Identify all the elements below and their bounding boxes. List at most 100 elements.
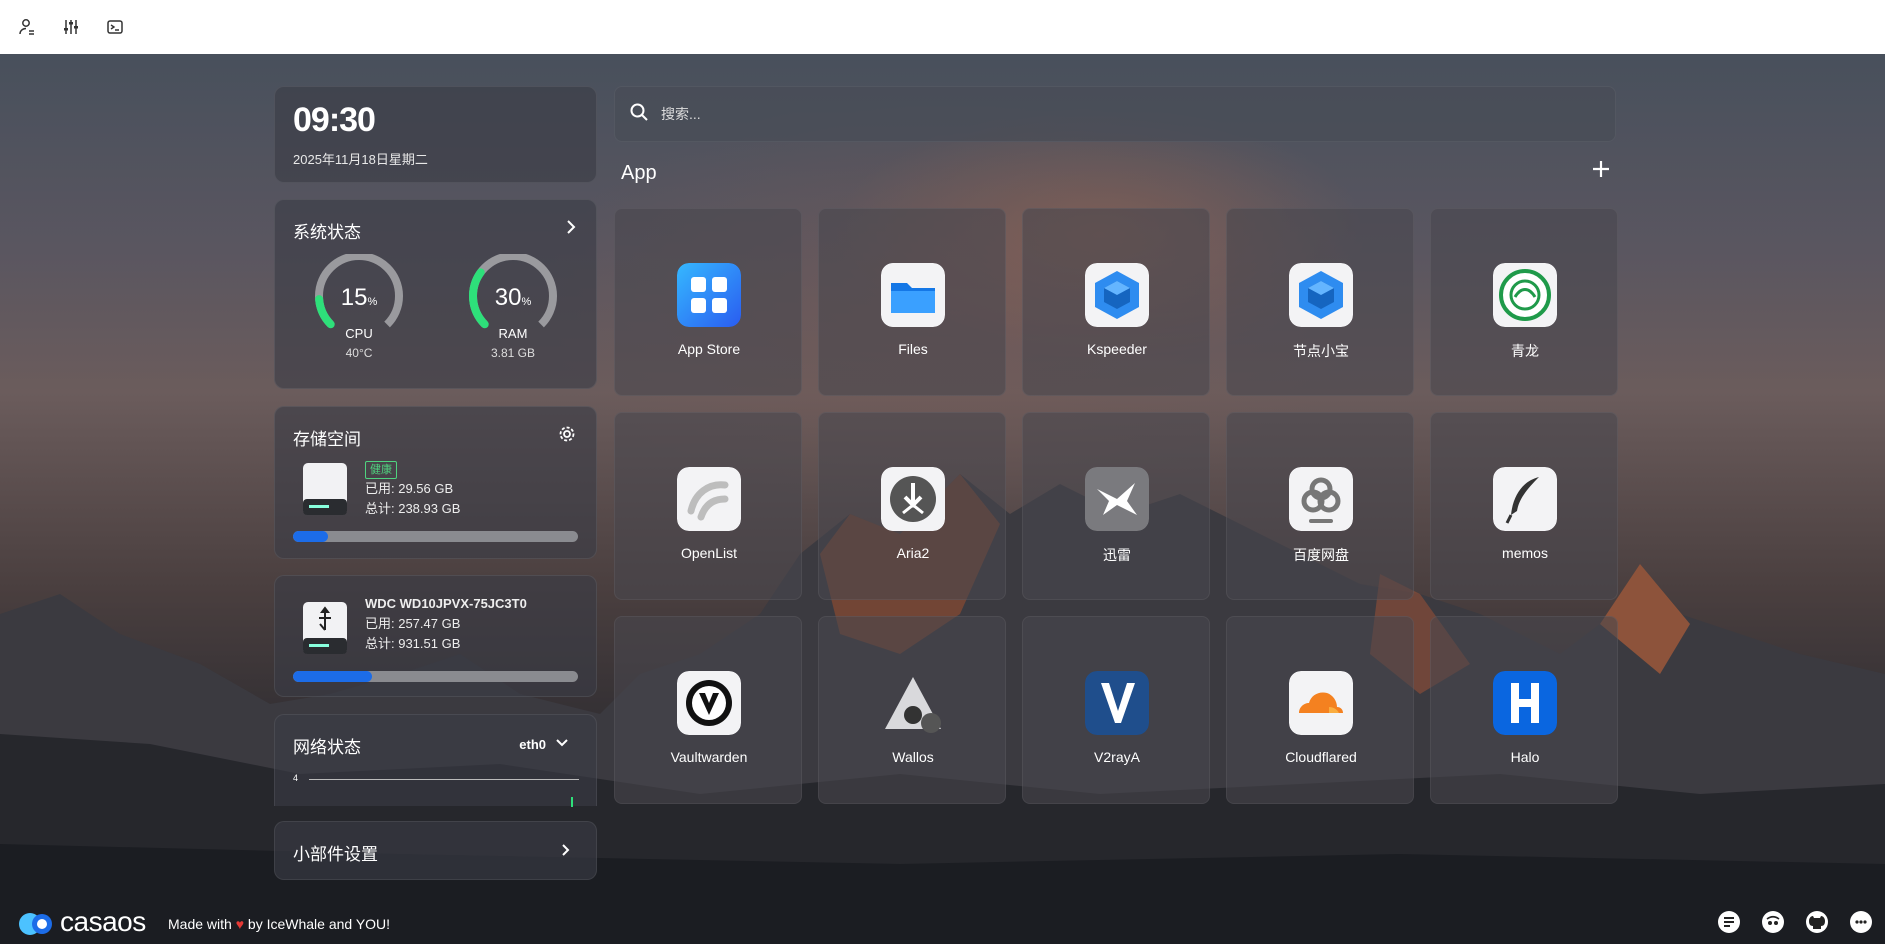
search-icon [629,102,649,127]
cube-icon [1289,263,1353,327]
folder-icon [881,263,945,327]
top-toolbar [0,0,1885,54]
openlist-icon [677,467,741,531]
app-name: Kspeeder [1087,341,1147,357]
clock-time: 09:30 [293,101,376,139]
apps-section-title: App [621,162,657,184]
gear-icon[interactable] [558,425,576,448]
disk1-usage-bar [293,531,578,542]
disk1-info: 健康 已用: 29.56 GB 总计: 238.93 GB [365,459,460,519]
app-tile-halo[interactable]: Halo [1430,616,1618,804]
footer: casaos Made with ♥ by IceWhale and YOU! [0,900,1885,944]
add-app-button[interactable] [1586,156,1616,186]
app-tile-cloudflared[interactable]: Cloudflared [1226,616,1414,804]
footer-credit: Made with ♥ by IceWhale and YOU! [168,916,391,932]
app-tile-app-store[interactable]: App Store [614,208,802,396]
ram-gauge: 30% RAM 3.81 GB [463,254,563,364]
clock-widget: 09:30 2025年11月18日星期二 [274,86,597,183]
app-name: 迅雷 [1103,547,1131,563]
disk2-used: 已用: 257.47 GB [365,616,461,631]
disk2-total: 总计: 931.51 GB [365,636,461,651]
heart-icon: ♥ [235,916,245,932]
halo-icon [1493,671,1557,735]
network-traffic-bar [571,797,573,807]
external-disk-widget: WDC WD10JPVX-75JC3T0 已用: 257.47 GB 总计: 9… [274,575,597,697]
network-interface-select[interactable]: eth0 [519,737,546,752]
app-name: Vaultwarden [670,749,748,765]
app-name: Halo [1510,749,1540,765]
cpu-label: CPU [345,326,373,341]
app-name: 节点小宝 [1293,343,1349,359]
ram-label: RAM [498,326,528,341]
ram-value: 30% [494,284,532,311]
sliders-icon[interactable] [58,14,84,40]
chevron-right-icon [558,842,574,863]
cloud-disk-icon [1289,467,1353,531]
app-tile-qinglong[interactable]: 青龙 [1430,208,1618,396]
bird-icon [1085,467,1149,531]
storage-title: 存储空间 [293,430,361,449]
disk1-used: 已用: 29.56 GB [365,481,454,496]
search-input[interactable] [659,105,1563,123]
app-tile-xunlei[interactable]: 迅雷 [1022,412,1210,600]
vaultwarden-icon [677,671,741,735]
github-icon[interactable] [1805,910,1829,934]
app-name: Wallos [892,749,934,765]
search-bar[interactable] [614,86,1616,142]
cpu-gauge: 15% CPU 40°C [309,254,409,364]
user-icon[interactable] [14,14,40,40]
app-name: Aria2 [896,545,930,561]
app-tile-wallos[interactable]: Wallos [818,616,1006,804]
chat-icon[interactable] [1849,910,1873,934]
forum-icon[interactable] [1717,910,1741,934]
network-scale-label: 4 [293,773,299,783]
app-tile-kspeeder[interactable]: Kspeeder [1022,208,1210,396]
app-name: Files [898,341,928,357]
app-tile-openlist[interactable]: OpenList [614,412,802,600]
casaos-brand: casaos [60,906,146,937]
cloudflare-icon [1289,671,1353,735]
app-name: OpenList [680,545,738,561]
chevron-right-icon[interactable] [562,218,580,241]
app-name: memos [1502,545,1548,561]
network-chart-line [309,779,579,780]
app-tile-baidu-pan[interactable]: 百度网盘 [1226,412,1414,600]
app-tile-vaultwarden[interactable]: Vaultwarden [614,616,802,804]
app-tile-aria2[interactable]: Aria2 [818,412,1006,600]
app-tile-memos[interactable]: memos [1430,412,1618,600]
disk2-usage-bar [293,671,578,682]
plus-icon [1593,161,1609,177]
health-badge: 健康 [365,461,397,479]
casaos-logo[interactable]: casaos [16,906,146,938]
discord-icon[interactable] [1761,910,1785,934]
app-tile-v2raya[interactable]: V2rayA [1022,616,1210,804]
dragon-icon [1493,263,1557,327]
cube-icon [1085,263,1149,327]
clock-date: 2025年11月18日星期二 [293,152,428,167]
disk1-total: 总计: 238.93 GB [365,501,461,516]
casaos-logo-icon [19,913,52,935]
app-name: 青龙 [1511,343,1539,359]
disk2-name: WDC WD10JPVX-75JC3T0 [365,596,527,611]
feather-icon [1493,467,1557,531]
cpu-value: 15% [340,284,378,311]
cpu-temperature: 40°C [345,346,373,360]
system-status-title: 系统状态 [293,223,361,242]
usb-drive-icon [301,600,349,656]
app-name: 百度网盘 [1293,547,1349,563]
system-status-widget: 系统状态 15% CPU 40°C 30% RAM 3.81 GB [274,199,597,389]
wallos-icon [881,671,945,735]
widget-settings-button[interactable]: 小部件设置 [274,821,597,880]
app-tile-files[interactable]: Files [818,208,1006,396]
network-widget: 网络状态 eth0 4 [274,714,597,807]
footer-links [1717,910,1873,934]
hard-drive-icon [301,461,349,517]
app-name: Cloudflared [1285,749,1357,765]
chevron-down-icon[interactable] [554,735,570,756]
network-title: 网络状态 [293,738,361,757]
app-name: App Store [677,341,741,357]
download-icon [881,467,945,531]
terminal-icon[interactable] [102,14,128,40]
app-tile-jiedian[interactable]: 节点小宝 [1226,208,1414,396]
ram-used: 3.81 GB [490,346,536,360]
